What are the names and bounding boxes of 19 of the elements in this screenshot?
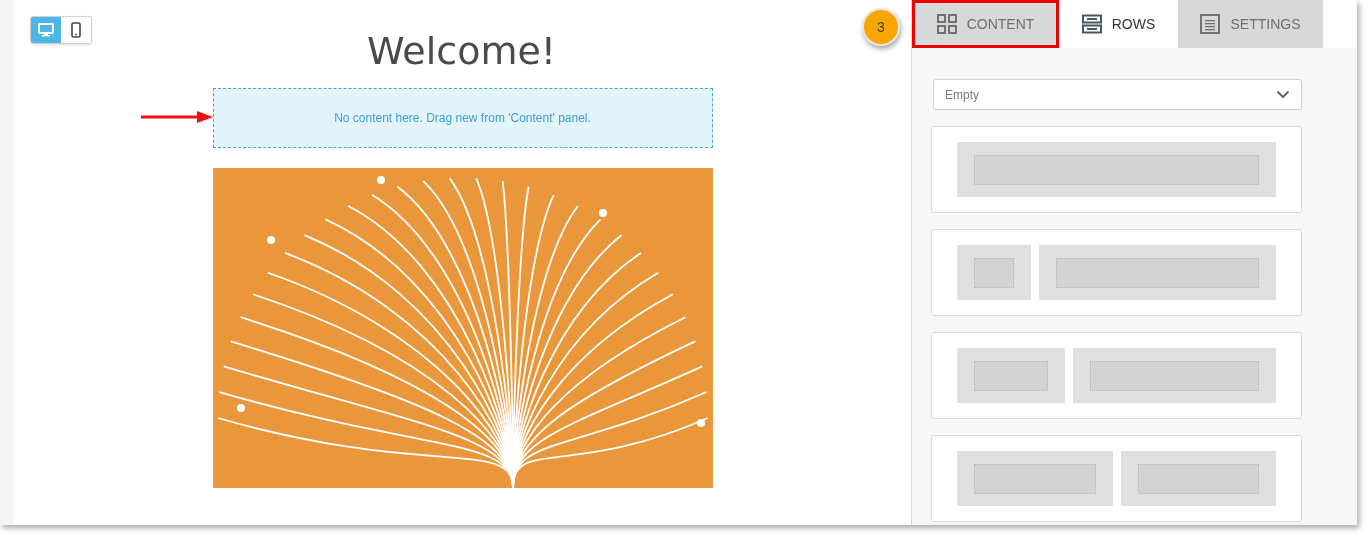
monitor-icon: [38, 23, 54, 37]
mobile-view-button[interactable]: [61, 17, 91, 43]
panel-tab[interactable]: CONTENT: [912, 0, 1059, 48]
grid-icon: [936, 14, 957, 34]
arrow-icon: [141, 110, 213, 124]
empty-content-block: No content here. Drag new from 'Content' panel.: [212, 88, 713, 148]
row-layout-card[interactable]: [931, 435, 1302, 522]
row-filter-dropdown[interactable]: Empty: [933, 79, 1302, 110]
document-icon: [1200, 14, 1221, 34]
desktop-view-button[interactable]: [31, 17, 61, 43]
rows-icon: [1081, 14, 1102, 34]
row-layout-card[interactable]: [931, 126, 1302, 213]
chevron-down-icon: [1276, 90, 1290, 99]
step-badge: 3: [862, 8, 900, 46]
panel-tab[interactable]: SETTINGS: [1178, 0, 1323, 48]
row-layout-card[interactable]: [931, 332, 1302, 419]
phone-icon: [71, 22, 81, 38]
page-heading: Welcome!: [366, 28, 557, 74]
row-layout-card[interactable]: [931, 229, 1302, 316]
